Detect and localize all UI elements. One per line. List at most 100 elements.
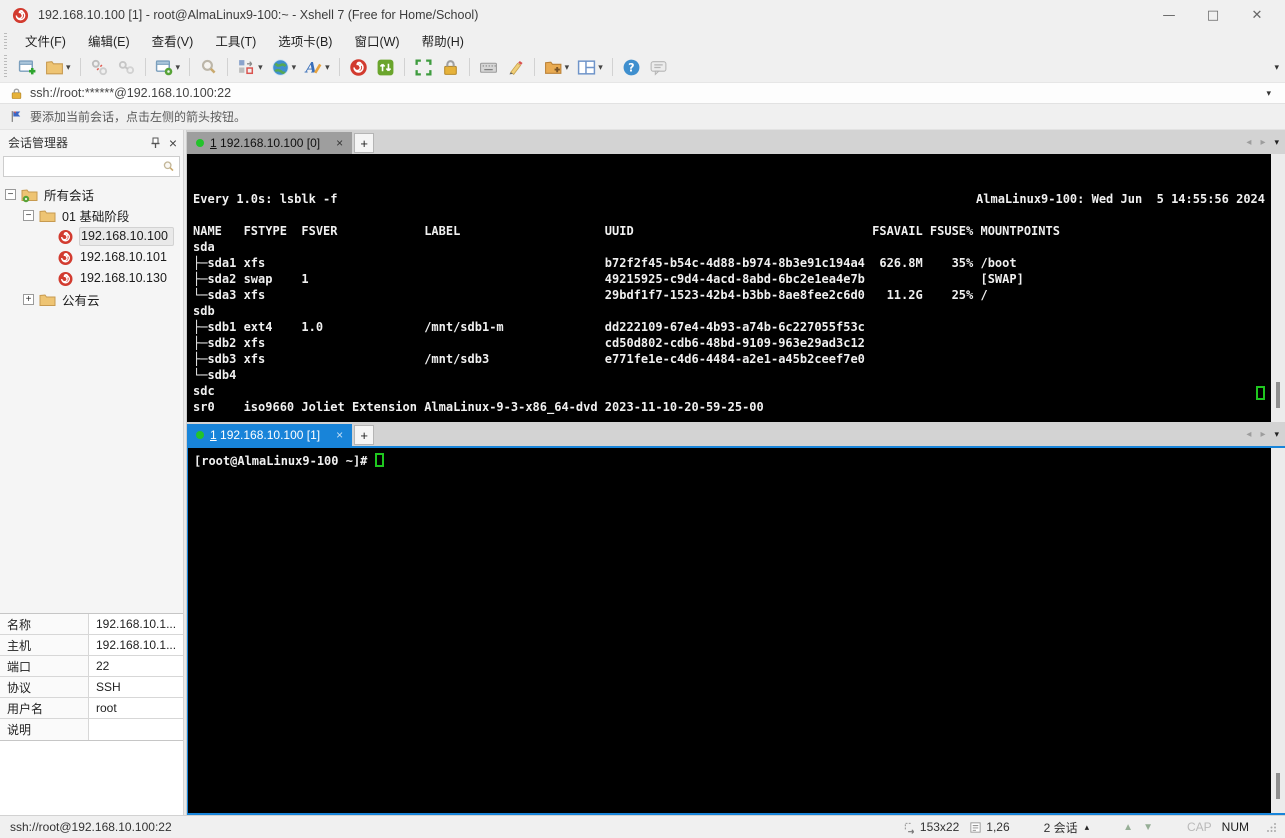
collapse-icon[interactable]: −	[5, 189, 16, 200]
title-bar: 192.168.10.100 [1] - root@AlmaLinux9-100…	[0, 0, 1285, 30]
tab-scroll-left-icon[interactable]: ◂	[1246, 137, 1251, 148]
dropdown-caret-icon[interactable]: ▾	[325, 62, 330, 73]
dropdown-caret-icon[interactable]: ▾	[565, 62, 570, 73]
reconnect-icon[interactable]	[114, 55, 139, 80]
session-manager-header: 会话管理器 ×	[0, 130, 183, 155]
menu-item-tabs[interactable]: 选项卡(B)	[267, 33, 343, 51]
pin-icon[interactable]	[150, 137, 161, 149]
address-url[interactable]: ssh://root:******@192.168.10.100:22	[30, 86, 231, 100]
xftp-icon[interactable]	[373, 55, 398, 80]
scrollbar-thumb[interactable]	[1276, 382, 1280, 408]
fullscreen-icon[interactable]	[411, 55, 436, 80]
session-search-input[interactable]	[3, 156, 180, 177]
address-bar[interactable]: ssh://root:******@192.168.10.100:22 ▾	[0, 82, 1285, 104]
watch-host-time: AlmaLinux9-100: Wed Jun 5 14:55:56 2024	[976, 192, 1265, 206]
tab-list-dropdown-icon[interactable]: ▾	[1274, 429, 1279, 440]
sidebar-item-folder[interactable]: − 所有会话	[0, 184, 183, 205]
property-value: 192.168.10.1...	[88, 614, 183, 634]
status-bar: ssh://root@192.168.10.100:22 153x22 1,26…	[0, 815, 1285, 838]
collapse-icon[interactable]: −	[23, 210, 34, 221]
split-layout-icon[interactable]: ▾	[574, 55, 606, 80]
dropdown-caret-icon[interactable]: ▾	[598, 62, 603, 73]
terminal-pane-shell[interactable]: [root@AlmaLinux9-100 ~]#	[187, 448, 1285, 815]
dropdown-caret-icon[interactable]: ▾	[258, 62, 263, 73]
toolbar-overflow-icon[interactable]: ▾	[1274, 62, 1279, 73]
virtual-keyboard-icon[interactable]	[476, 55, 501, 80]
disconnect-icon[interactable]	[87, 55, 112, 80]
session-count[interactable]: 2 会话 ▴	[1044, 819, 1090, 836]
feedback-icon[interactable]	[646, 55, 671, 80]
menu-item-edit[interactable]: 编辑(E)	[77, 33, 141, 51]
toolbar-grip	[4, 55, 7, 79]
scroll-down-icon[interactable]: ▼	[1143, 822, 1153, 833]
scroll-up-icon[interactable]: ▲	[1123, 822, 1133, 833]
tab-session-1[interactable]: 1 192.168.10.100 [1] ×	[187, 424, 353, 446]
lock-screen-icon[interactable]	[438, 55, 463, 80]
address-dropdown-icon[interactable]: ▾	[1266, 88, 1275, 99]
tab-close-icon[interactable]: ×	[336, 428, 343, 442]
encoding-globe-icon[interactable]: ▾	[268, 55, 300, 80]
font-icon[interactable]: A ▾	[301, 55, 333, 80]
maximize-button[interactable]: □	[1191, 1, 1235, 29]
resize-grip[interactable]	[1267, 822, 1277, 832]
sidebar-item-folder[interactable]: − 01 基础阶段	[0, 205, 183, 226]
tab-session-0[interactable]: 1 192.168.10.100 [0] ×	[187, 132, 353, 154]
scrollbar-thumb[interactable]	[1276, 773, 1280, 799]
sidebar-item-session[interactable]: 192.168.10.101	[0, 247, 183, 268]
new-tab-button[interactable]: +	[354, 425, 375, 445]
menu-item-window[interactable]: 窗口(W)	[343, 33, 410, 51]
close-button[interactable]: ✕	[1235, 1, 1279, 29]
toolbar-separator	[533, 58, 535, 76]
tab-scroll-left-icon[interactable]: ◂	[1246, 429, 1251, 440]
open-folder-icon[interactable]: ▾	[42, 55, 74, 80]
minimize-button[interactable]: —	[1147, 1, 1191, 29]
toolbar-separator	[468, 58, 470, 76]
sidebar-item-session[interactable]: 192.168.10.100	[0, 226, 183, 247]
expand-icon[interactable]: +	[23, 294, 34, 305]
new-session-icon[interactable]	[15, 55, 40, 80]
property-label: 主机	[7, 638, 32, 653]
flag-icon	[11, 111, 21, 122]
menu-item-view[interactable]: 查看(V)	[141, 33, 205, 51]
dropdown-caret-icon[interactable]: ▾	[66, 62, 71, 73]
tab-scroll-right-icon[interactable]: ▸	[1260, 429, 1265, 440]
arrange-icon[interactable]: ▾	[234, 55, 266, 80]
terminal2-scrollbar[interactable]	[1271, 448, 1285, 813]
dropdown-caret-icon[interactable]: ▾	[292, 62, 297, 73]
tab-list-dropdown-icon[interactable]: ▾	[1274, 137, 1279, 148]
property-row: 协议 SSH	[0, 677, 183, 698]
sidebar-item-folder[interactable]: + 公有云	[0, 289, 183, 310]
shell-prompt: [root@AlmaLinux9-100 ~]#	[194, 454, 375, 468]
terminal-pane-watch[interactable]: Every 1.0s: lsblk -f AlmaLinux9-100: Wed…	[187, 154, 1285, 422]
new-tab-button[interactable]: +	[354, 133, 375, 153]
tab-scroll-right-icon[interactable]: ▸	[1260, 137, 1265, 148]
folder-icon	[39, 208, 56, 223]
highlighter-icon[interactable]	[503, 55, 528, 80]
session-count-dropdown-icon[interactable]: ▴	[1085, 822, 1090, 833]
svg-text:?: ?	[628, 61, 634, 74]
property-label: 说明	[7, 723, 32, 737]
property-row: 用户名 root	[0, 698, 183, 719]
property-row: 名称 192.168.10.1...	[0, 614, 183, 635]
session-icon	[57, 250, 74, 265]
property-row: 说明	[0, 719, 183, 740]
help-icon[interactable]: ?	[619, 55, 644, 80]
find-icon[interactable]	[196, 55, 221, 80]
menu-item-tools[interactable]: 工具(T)	[204, 33, 267, 51]
toolbar-separator	[79, 58, 81, 76]
panel-close-icon[interactable]: ×	[169, 136, 177, 150]
dropdown-caret-icon[interactable]: ▾	[176, 62, 181, 73]
session-properties-icon[interactable]: ▾	[152, 55, 184, 80]
terminal1-scrollbar[interactable]	[1271, 154, 1285, 422]
toolbar: ▾ ▾ ▾ ▾ A ▾ ▾ ▾? ▾	[0, 52, 1285, 82]
tab-close-icon[interactable]: ×	[336, 136, 343, 150]
sidebar-filler	[0, 741, 183, 815]
xshell-icon[interactable]	[346, 55, 371, 80]
new-file-icon[interactable]: ▾	[541, 55, 573, 80]
tree-item-label: 192.168.10.130	[80, 271, 167, 285]
sidebar-item-session[interactable]: 192.168.10.130	[0, 268, 183, 289]
menu-item-file[interactable]: 文件(F)	[14, 33, 77, 51]
tree-item-label: 公有云	[62, 293, 100, 308]
num-lock-indicator: NUM	[1221, 820, 1249, 834]
menu-item-help[interactable]: 帮助(H)	[411, 33, 475, 51]
